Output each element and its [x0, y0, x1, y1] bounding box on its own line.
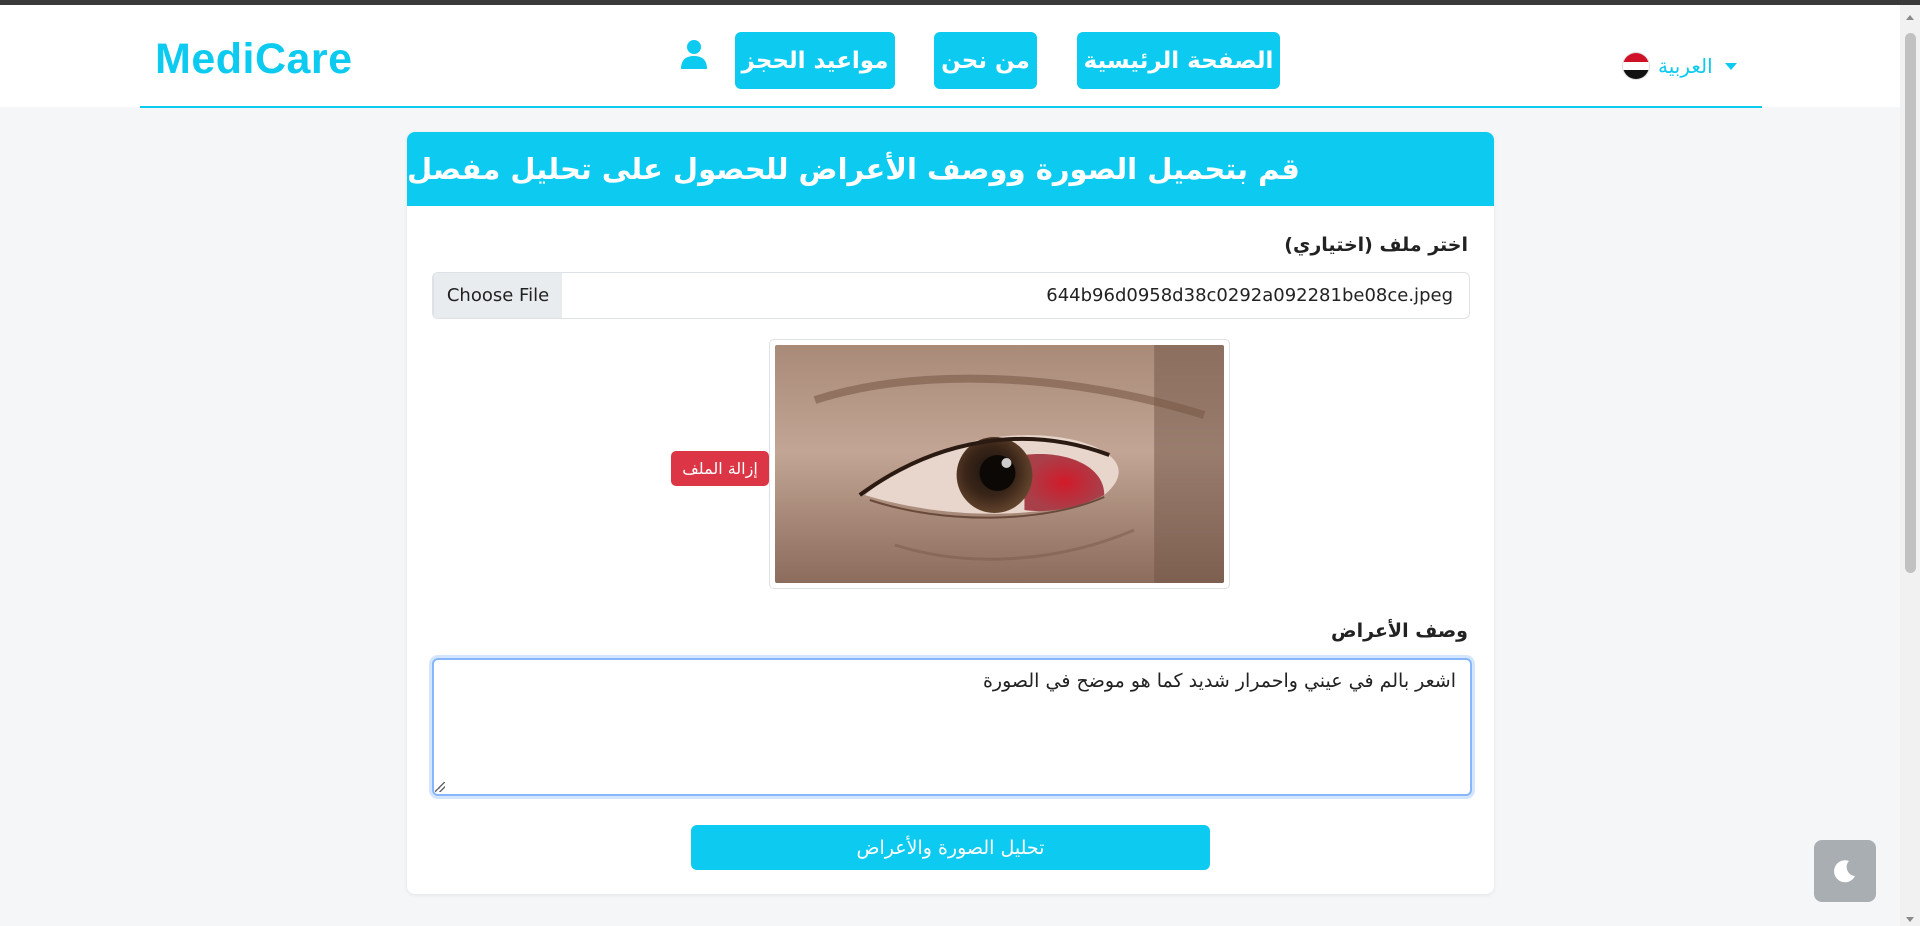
- nav-about-button[interactable]: من نحن: [934, 32, 1037, 89]
- language-label: العربية: [1658, 54, 1713, 78]
- symptoms-textarea[interactable]: اشعر بالم في عيني واحمرار شديد كما هو مو…: [432, 658, 1472, 796]
- file-input[interactable]: Choose File 644b96d0958d38c0292a092281be…: [432, 272, 1470, 319]
- scrollbar-thumb[interactable]: [1905, 33, 1916, 573]
- nav-home-button[interactable]: الصفحة الرئيسية: [1077, 32, 1280, 89]
- egypt-flag-icon: [1622, 52, 1650, 80]
- symptoms-label: وصف الأعراض: [1331, 620, 1468, 642]
- page-scrollbar[interactable]: [1900, 5, 1920, 926]
- remove-file-button[interactable]: إزالة الملف: [671, 451, 769, 486]
- choose-file-button[interactable]: Choose File: [433, 273, 562, 318]
- scroll-down-icon[interactable]: [1906, 917, 1914, 922]
- analysis-card: قم بتحميل الصورة ووصف الأعراض للحصول على…: [407, 132, 1494, 894]
- navbar-divider: [140, 106, 1762, 108]
- user-icon[interactable]: [680, 39, 708, 71]
- language-selector[interactable]: العربية: [1622, 50, 1737, 82]
- dark-mode-toggle[interactable]: [1814, 840, 1876, 902]
- analyze-button[interactable]: تحليل الصورة والأعراض: [691, 825, 1210, 870]
- card-title: قم بتحميل الصورة ووصف الأعراض للحصول على…: [407, 132, 1494, 206]
- moon-icon: [1834, 860, 1855, 883]
- top-navbar: MediCare مواعيد الحجز من نحن الصفحة الرئ…: [0, 5, 1900, 107]
- chevron-down-icon: [1724, 62, 1737, 70]
- brand-logo[interactable]: MediCare: [155, 35, 353, 84]
- resize-grip-icon[interactable]: [435, 782, 445, 792]
- nav-appointments-button[interactable]: مواعيد الحجز: [735, 32, 895, 89]
- selected-file-name: 644b96d0958d38c0292a092281be08ce.jpeg: [1046, 285, 1453, 306]
- scroll-up-icon[interactable]: [1906, 15, 1914, 20]
- eye-photo: [775, 345, 1224, 583]
- file-label: اختر ملف (اختياري): [1284, 234, 1468, 256]
- image-preview: [769, 339, 1230, 589]
